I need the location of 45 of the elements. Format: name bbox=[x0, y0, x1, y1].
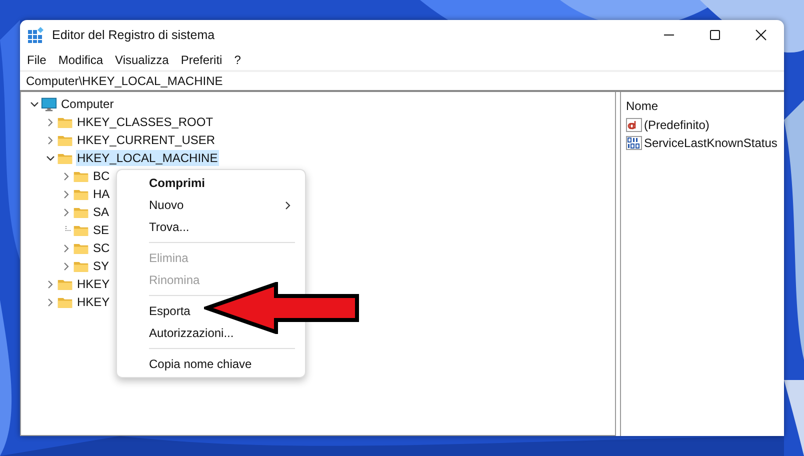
menu-item[interactable]: Modifica bbox=[58, 53, 104, 67]
chevron-right-icon[interactable] bbox=[46, 136, 54, 144]
menu-item[interactable]: Trova... bbox=[121, 216, 192, 238]
registry-icon bbox=[28, 27, 44, 43]
value-name[interactable]: ServiceLastKnownStatus bbox=[644, 136, 778, 150]
chevron-down-icon[interactable] bbox=[46, 154, 54, 162]
tree-item[interactable]: BC bbox=[92, 168, 111, 184]
column-header[interactable]: Nome bbox=[626, 99, 658, 113]
chevron-right-icon[interactable] bbox=[62, 262, 70, 270]
tree-item[interactable]: SC bbox=[92, 240, 111, 256]
menu-item[interactable]: ? bbox=[234, 53, 241, 67]
menu-item[interactable]: Visualizza bbox=[115, 53, 169, 67]
chevron-right-icon[interactable] bbox=[62, 190, 70, 198]
maximize-icon bbox=[709, 29, 721, 41]
close-icon bbox=[755, 29, 767, 41]
address-field[interactable]: Computer\HKEY_LOCAL_MACHINE bbox=[20, 70, 784, 92]
chevron-right-icon[interactable] bbox=[62, 172, 70, 180]
chevron-right-icon[interactable] bbox=[46, 298, 54, 306]
tree-item[interactable]: HKEY_CURRENT_USER bbox=[76, 132, 216, 148]
tree-item[interactable]: SY bbox=[92, 258, 110, 274]
binary-value-icon bbox=[626, 135, 642, 151]
chevron-right-icon[interactable] bbox=[62, 208, 70, 216]
menu-item[interactable]: Nuovo bbox=[121, 194, 301, 216]
menu-item[interactable]: Comprimi bbox=[121, 172, 208, 194]
tree-item[interactable]: Computer bbox=[60, 96, 115, 112]
tree-item[interactable]: HKEY_LOCAL_MACHINE bbox=[76, 150, 219, 166]
chevron-right-icon[interactable] bbox=[46, 118, 54, 126]
monitor-icon bbox=[41, 96, 57, 112]
menu-item[interactable]: Autorizzazioni... bbox=[121, 322, 237, 344]
chevron-right-icon[interactable] bbox=[46, 280, 54, 288]
tree-item[interactable]: HKEY bbox=[76, 276, 111, 292]
value-name[interactable]: (Predefinito) bbox=[644, 118, 710, 132]
tree-item[interactable]: HKEY_CLASSES_ROOT bbox=[76, 114, 214, 130]
menu-item[interactable]: Esporta bbox=[121, 300, 194, 322]
string-value-icon bbox=[626, 117, 642, 133]
chevron-right-icon[interactable] bbox=[62, 244, 70, 252]
menu-item[interactable]: File bbox=[27, 53, 46, 67]
tree-item[interactable]: SA bbox=[92, 204, 110, 220]
menu-item[interactable]: Copia nome chiave bbox=[121, 353, 255, 375]
window-title: Editor del Registro di sistema bbox=[52, 28, 215, 42]
tree-item[interactable]: HKEY bbox=[76, 294, 111, 310]
menu-item[interactable]: Preferiti bbox=[180, 53, 222, 67]
chevron-down-icon[interactable] bbox=[30, 100, 38, 108]
tree-item[interactable]: HA bbox=[92, 186, 111, 202]
tree-item[interactable]: SE bbox=[92, 222, 110, 238]
